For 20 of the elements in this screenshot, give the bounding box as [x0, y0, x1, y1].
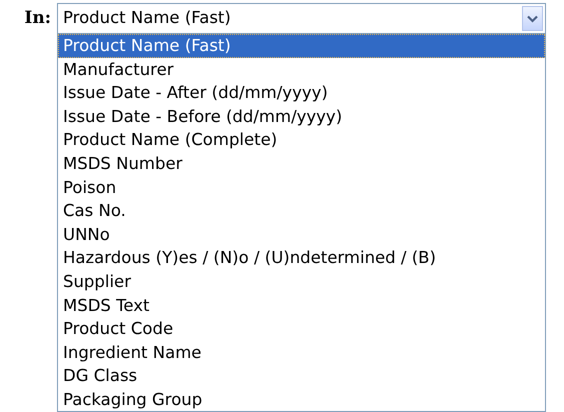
dropdown-option[interactable]: Hazardous (Y)es / (N)o / (U)ndetermined / (B)	[58, 246, 545, 270]
chevron-down-icon	[527, 14, 538, 22]
dropdown-option[interactable]: MSDS Text	[58, 294, 545, 318]
dropdown-option[interactable]: Supplier	[58, 270, 545, 294]
dropdown-option[interactable]: Ingredient Name	[58, 340, 545, 364]
dropdown-option[interactable]: MSDS Number	[58, 152, 545, 176]
dropdown-option[interactable]: Issue Date - Before (dd/mm/yyyy)	[58, 104, 545, 128]
dropdown-option[interactable]: DG Class	[58, 364, 545, 388]
dropdown-option[interactable]: Poison	[58, 176, 545, 200]
dropdown-option[interactable]: Issue Date - After (dd/mm/yyyy)	[58, 81, 545, 105]
dropdown-button[interactable]	[522, 6, 543, 31]
field-label: In:	[23, 7, 52, 30]
dropdown-option[interactable]: Packaging Group	[58, 388, 545, 411]
dropdown-option[interactable]: Manufacturer	[58, 58, 545, 82]
dropdown-option[interactable]: Product Name (Complete)	[58, 128, 545, 152]
dropdown-option[interactable]: Cas No.	[58, 199, 545, 223]
dropdown-option[interactable]: Product Code	[58, 317, 545, 341]
dropdown-option[interactable]: Product Name (Fast)	[58, 34, 545, 58]
search-in-dropdown[interactable]: Product Name (Fast)	[57, 3, 546, 34]
dropdown-option[interactable]: UNNo	[58, 222, 545, 246]
